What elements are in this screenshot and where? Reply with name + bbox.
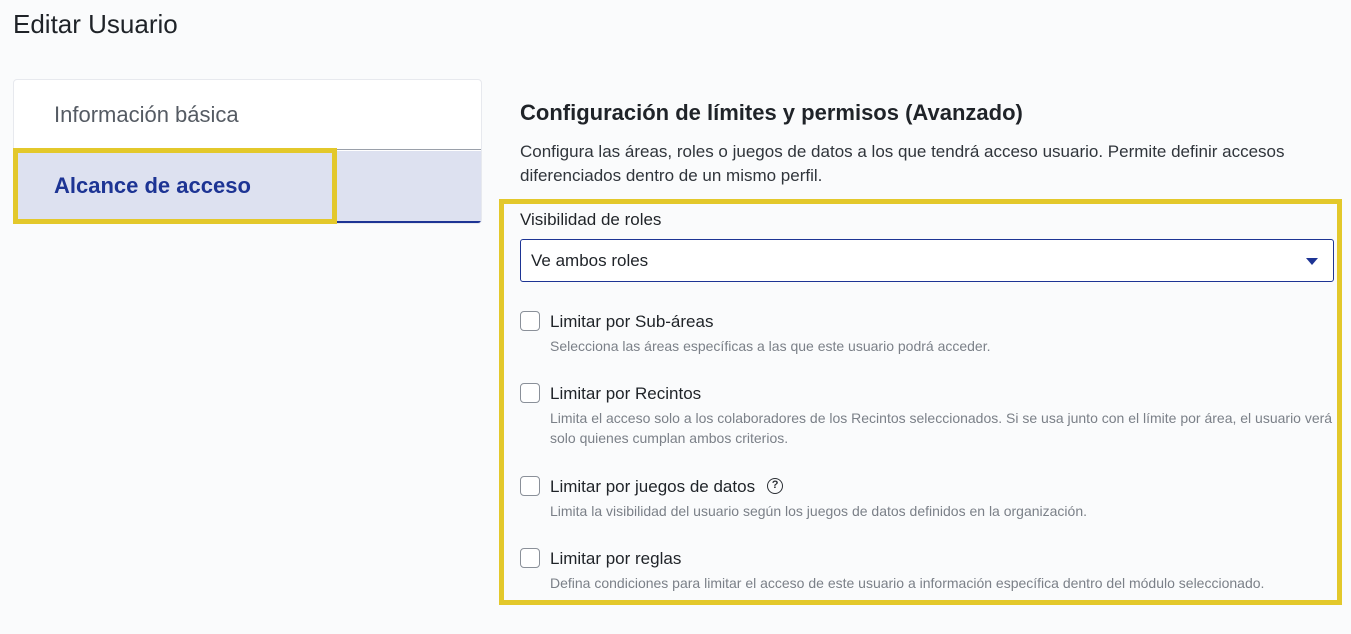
- option-label-wrap: Limitar por juegos de datos?: [550, 476, 784, 498]
- question-circle-icon[interactable]: ?: [767, 477, 784, 494]
- sidebar-item-label: Alcance de acceso: [54, 173, 251, 198]
- chevron-down-icon: [1306, 258, 1318, 265]
- option-label: Limitar por juegos de datos: [550, 477, 756, 496]
- select-value: Ve ambos roles: [531, 250, 649, 270]
- option-description: Limita la visibilidad del usuario según …: [550, 503, 1088, 519]
- role-visibility-select[interactable]: Ve ambos roles: [520, 239, 1334, 282]
- option-description: Defina condiciones para limitar el acces…: [550, 575, 1265, 591]
- option-description: Selecciona las áreas específicas a las q…: [550, 338, 991, 354]
- option-label: Limitar por reglas: [550, 549, 682, 568]
- sub-areas-checkbox[interactable]: [520, 311, 540, 331]
- page-title: Editar Usuario: [13, 9, 178, 39]
- sidebar-item-label: Información básica: [54, 101, 239, 127]
- visibility-label: Visibilidad de roles: [520, 210, 662, 229]
- recintos-checkbox[interactable]: [520, 383, 540, 403]
- juegos-de-datos-checkbox[interactable]: [520, 476, 540, 496]
- sidebar-item-informacion-basica[interactable]: Información básica: [14, 80, 481, 150]
- option-description: Limita el acceso solo a los colaboradore…: [550, 410, 1333, 446]
- section-description: Configura las áreas, roles o juegos de d…: [520, 142, 1285, 185]
- option-label: Limitar por Sub-áreas: [550, 312, 714, 331]
- reglas-checkbox[interactable]: [520, 548, 540, 568]
- sidebar-item-alcance-de-acceso[interactable]: Alcance de acceso: [14, 151, 481, 223]
- option-label: Limitar por Recintos: [550, 384, 702, 403]
- sidebar-nav: Información básica Alcance de acceso: [13, 79, 482, 224]
- section-title: Configuración de límites y permisos (Ava…: [520, 100, 1023, 125]
